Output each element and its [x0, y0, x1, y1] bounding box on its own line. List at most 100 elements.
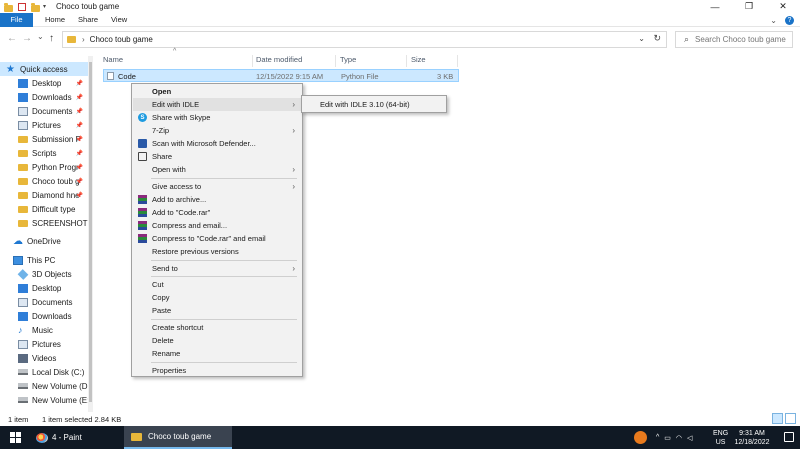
- menu-item-give-access-to[interactable]: Give access to ›: [133, 180, 301, 193]
- sidebar-item-music[interactable]: ♪ Music: [0, 323, 92, 337]
- sidebar-item-quick-access[interactable]: ★ Quick access: [0, 62, 92, 76]
- taskbar-app-paint[interactable]: 4 - Paint: [30, 426, 116, 449]
- table-row[interactable]: Code 12/15/2022 9:15 AM Python File 3 KB: [103, 69, 459, 82]
- sidebar-item-new-volume-e[interactable]: New Volume (E:): [0, 393, 92, 407]
- sidebar-item-pc-desktop[interactable]: Desktop: [0, 281, 92, 295]
- column-divider[interactable]: [335, 55, 336, 67]
- sidebar-item-3d-objects[interactable]: 3D Objects: [0, 267, 92, 281]
- sidebar-item-pc-documents[interactable]: Documents: [0, 295, 92, 309]
- menu-item-paste[interactable]: Paste: [133, 304, 301, 317]
- search-input[interactable]: [695, 35, 791, 44]
- column-divider[interactable]: [406, 55, 407, 67]
- menu-item-label: Compress to "Code.rar" and email: [152, 234, 266, 243]
- clock[interactable]: 9:31 AM 12/18/2022: [732, 429, 772, 447]
- sidebar-item-documents[interactable]: Documents 📌: [0, 104, 92, 118]
- pictures-icon: [18, 339, 28, 349]
- menu-item-7zip[interactable]: 7-Zip ›: [133, 124, 301, 137]
- menu-item-cut[interactable]: Cut: [133, 278, 301, 291]
- tab-home[interactable]: Home: [45, 15, 65, 24]
- sidebar-item-difficult-type[interactable]: Difficult type: [0, 202, 92, 216]
- chevron-down-icon[interactable]: ⌄: [638, 34, 645, 43]
- minimize-button[interactable]: —: [698, 0, 732, 13]
- up-arrow-icon[interactable]: ↑: [49, 33, 54, 44]
- taskbar-app-label: Choco toub game: [148, 432, 212, 441]
- refresh-icon[interactable]: ↻: [653, 33, 661, 44]
- close-button[interactable]: ✕: [766, 0, 800, 13]
- menu-item-properties[interactable]: Properties: [133, 364, 301, 377]
- sidebar-item-python-programs[interactable]: Python Progr 📌: [0, 160, 92, 174]
- breadcrumb[interactable]: Choco toub game: [90, 35, 153, 44]
- pin-icon: 📌: [75, 178, 83, 185]
- taskbar-app-file-explorer[interactable]: Choco toub game: [124, 426, 232, 449]
- recent-locations-icon[interactable]: ⌄: [37, 32, 44, 41]
- column-header-size[interactable]: Size: [411, 55, 426, 67]
- search-box[interactable]: ⌕: [675, 31, 793, 48]
- menu-item-restore-previous-versions[interactable]: Restore previous versions: [133, 245, 301, 258]
- back-arrow-icon[interactable]: ←: [7, 33, 17, 44]
- properties-icon[interactable]: [18, 2, 26, 11]
- menu-item-rename[interactable]: Rename: [133, 347, 301, 360]
- sidebar-item-local-disk-c[interactable]: Local Disk (C:): [0, 365, 92, 379]
- music-icon: ♪: [18, 324, 23, 335]
- menu-item-send-to[interactable]: Send to ›: [133, 262, 301, 275]
- notifications-icon[interactable]: [784, 432, 794, 442]
- menu-item-compress-and-email[interactable]: Compress and email...: [133, 219, 301, 232]
- menu-item-scan-defender[interactable]: Scan with Microsoft Defender...: [133, 137, 301, 150]
- sidebar-item-choco-toub-game[interactable]: Choco toub g 📌: [0, 174, 92, 188]
- menu-item-open-with[interactable]: Open with ›: [133, 163, 301, 176]
- sidebar-item-pc-downloads[interactable]: Downloads: [0, 309, 92, 323]
- menu-item-delete[interactable]: Delete: [133, 334, 301, 347]
- column-header-date-modified[interactable]: Date modified: [256, 55, 302, 67]
- column-header-type[interactable]: Type: [340, 55, 356, 67]
- chevron-down-icon[interactable]: ⌄: [770, 16, 777, 25]
- details-view-button[interactable]: [772, 413, 783, 424]
- menu-item-copy[interactable]: Copy: [133, 291, 301, 304]
- forward-arrow-icon[interactable]: →: [22, 33, 32, 44]
- large-icons-view-button[interactable]: [785, 413, 796, 424]
- menu-item-open[interactable]: Open: [133, 85, 301, 98]
- 3d-objects-icon: [17, 268, 29, 280]
- tab-file[interactable]: File: [0, 12, 33, 27]
- menu-item-edit-with-idle-310[interactable]: Edit with IDLE 3.10 (64-bit): [320, 100, 410, 109]
- sidebar-item-this-pc[interactable]: This PC: [0, 253, 92, 267]
- menu-item-create-shortcut[interactable]: Create shortcut: [133, 321, 301, 334]
- column-divider[interactable]: [457, 55, 458, 67]
- column-header-name[interactable]: Name: [103, 55, 123, 67]
- sidebar-item-desktop[interactable]: Desktop 📌: [0, 76, 92, 90]
- language-indicator[interactable]: ENG US: [713, 429, 728, 447]
- ribbon-tabs: File Home Share View ⌄ ?: [0, 12, 800, 27]
- menu-item-edit-with-idle[interactable]: Edit with IDLE ›: [133, 98, 301, 111]
- column-divider[interactable]: [252, 55, 253, 67]
- menu-item-share-with-skype[interactable]: S Share with Skype: [133, 111, 301, 124]
- menu-item-add-to-code-rar[interactable]: Add to "Code.rar": [133, 206, 301, 219]
- sidebar-item-scripts[interactable]: Scripts 📌: [0, 146, 92, 160]
- menu-item-share[interactable]: Share: [133, 150, 301, 163]
- maximize-button[interactable]: ❐: [732, 0, 766, 13]
- downloads-icon: [18, 92, 28, 102]
- sidebar-item-new-volume-d[interactable]: New Volume (D:: [0, 379, 92, 393]
- wifi-icon[interactable]: ◠: [676, 434, 682, 442]
- network-icon[interactable]: ▭: [664, 434, 671, 442]
- menu-item-add-to-archive[interactable]: Add to archive...: [133, 193, 301, 206]
- sidebar-item-downloads[interactable]: Downloads 📌: [0, 90, 92, 104]
- app-tray-icon[interactable]: [634, 431, 647, 444]
- sidebar-item-screenshots[interactable]: SCREENSHOTS: [0, 216, 92, 230]
- menu-item-compress-to-code-rar-email[interactable]: Compress to "Code.rar" and email: [133, 232, 301, 245]
- windows-start-icon[interactable]: [10, 432, 21, 443]
- customize-toolbar-icon[interactable]: ▾: [43, 3, 46, 10]
- sidebar-item-label: Documents: [32, 297, 73, 307]
- tab-share[interactable]: Share: [78, 15, 98, 24]
- new-folder-icon[interactable]: [31, 2, 40, 12]
- address-bar[interactable]: › Choco toub game ⌄ ↻: [62, 31, 667, 48]
- sidebar-item-pc-pictures[interactable]: Pictures: [0, 337, 92, 351]
- sidebar-scrollbar-thumb[interactable]: [89, 62, 92, 402]
- sidebar-item-submission[interactable]: Submission P 📌: [0, 132, 92, 146]
- sidebar-item-videos[interactable]: Videos: [0, 351, 92, 365]
- chevron-up-icon[interactable]: ^: [656, 434, 659, 441]
- sidebar-item-onedrive[interactable]: ☁ OneDrive: [0, 234, 92, 248]
- sidebar-item-pictures[interactable]: Pictures 📌: [0, 118, 92, 132]
- sidebar-item-diamond[interactable]: Diamond hne 📌: [0, 188, 92, 202]
- tab-view[interactable]: View: [111, 15, 127, 24]
- help-icon[interactable]: ?: [785, 15, 794, 25]
- volume-icon[interactable]: ◁: [687, 434, 692, 442]
